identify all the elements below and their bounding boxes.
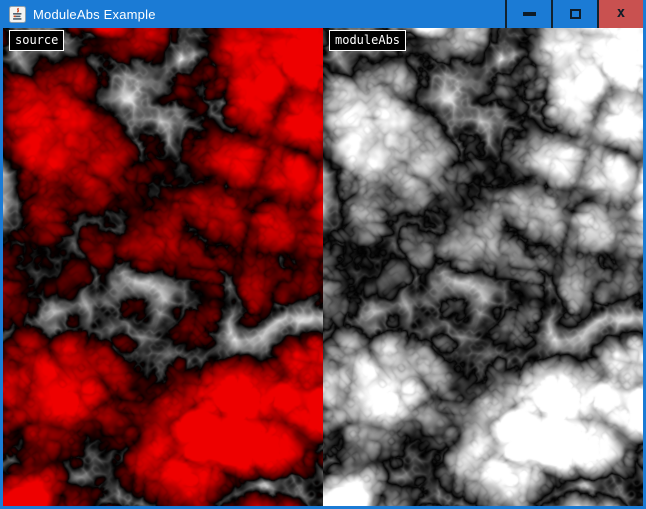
app-window: ModuleAbs Example x source moduleAbs [0, 0, 646, 509]
java-coffee-cup-icon[interactable] [9, 6, 26, 23]
maximize-button[interactable] [551, 0, 597, 28]
minimize-icon [523, 12, 536, 16]
titlebar[interactable]: ModuleAbs Example x [0, 0, 646, 28]
close-icon: x [617, 6, 625, 20]
panel-source: source [3, 28, 323, 506]
moduleabs-noise-image [323, 28, 643, 506]
panel-moduleabs: moduleAbs [323, 28, 643, 506]
close-button[interactable]: x [597, 0, 643, 28]
moduleabs-label: moduleAbs [329, 30, 406, 51]
window-title: ModuleAbs Example [33, 7, 156, 22]
source-label: source [9, 30, 64, 51]
maximize-icon [570, 9, 581, 19]
image-area: source moduleAbs [3, 28, 643, 506]
minimize-button[interactable] [505, 0, 551, 28]
source-noise-image [3, 28, 323, 506]
window-controls: x [505, 0, 643, 28]
